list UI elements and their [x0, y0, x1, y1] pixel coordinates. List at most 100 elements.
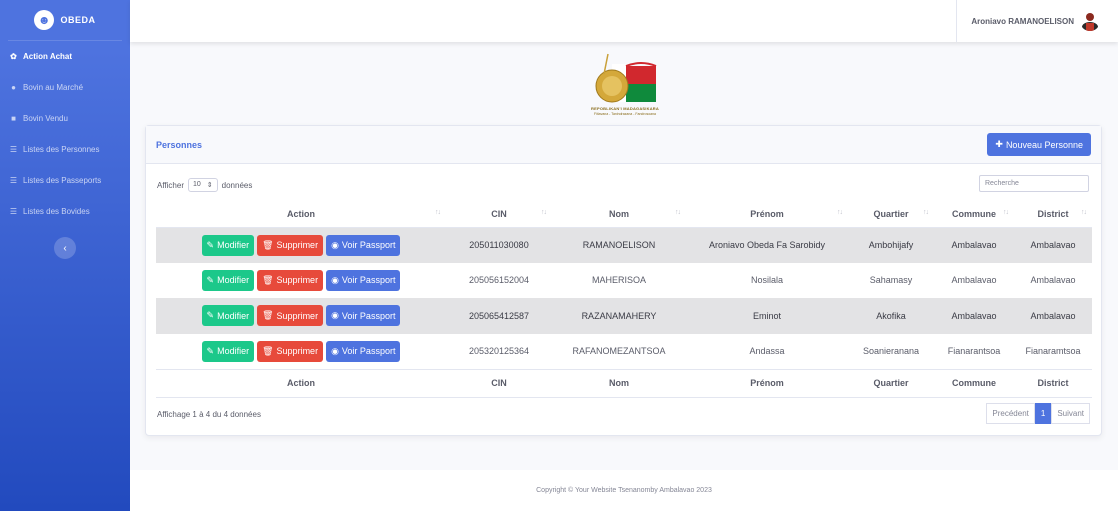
column-header-cin[interactable]: CIN ↑↓ [446, 201, 552, 228]
table-info: Affichage 1 à 4 du 4 données [157, 410, 261, 419]
cell-cin: 205011030080 [446, 227, 552, 263]
new-person-button[interactable]: ✚ Nouveau Personne [987, 133, 1091, 156]
sidebar-item-label: Listes des Bovides [23, 207, 90, 216]
view-passport-button[interactable]: ◉ Voir Passport [326, 234, 401, 256]
plus-icon: ✚ [995, 139, 1003, 149]
delete-button[interactable]: 🗑 Supprimer [257, 305, 324, 327]
cell-nom: RAFANOMEZANTSOA [572, 346, 666, 356]
sort-icon: ↑↓ [1003, 209, 1009, 216]
cell-commune: Ambalavao [934, 227, 1014, 263]
cell-prenom: Aroniavo Obeda Fa Sarobidy [686, 227, 848, 263]
sidebar-item-bovin-au-marche[interactable]: ● Bovin au Marché [0, 72, 130, 103]
topbar: Aroniavo RAMANOELISON [130, 0, 1118, 42]
map-marker-icon: ● [11, 83, 16, 92]
persons-table: Action ↑↓ CIN ↑↓ Nom ↑↓ Prénom ↑↓ Quartier ↑↓… [156, 201, 1092, 398]
show-prefix: Afficher [157, 180, 184, 190]
edit-button[interactable]: ✎ Modifier [201, 305, 255, 327]
view-passport-button[interactable]: ◉ Voir Passport [326, 305, 401, 327]
view-passport-button[interactable]: ◉ Voir Passport [326, 269, 401, 291]
edit-icon: ✎ [206, 239, 215, 250]
column-header-action[interactable]: Action ↑↓ [156, 201, 446, 228]
brand[interactable]: ☻ OBEDA [0, 0, 130, 40]
column-header-district[interactable]: District ↑↓ [1014, 201, 1092, 228]
cell-commune: Ambalavao [934, 298, 1014, 334]
sort-icon: ↑↓ [1081, 209, 1087, 216]
delete-button[interactable]: 🗑 Supprimer [257, 234, 324, 256]
delete-button[interactable]: 🗑 Supprimer [257, 340, 324, 362]
sidebar-item-label: Listes des Passeports [23, 176, 102, 185]
footer-header-district: District [1014, 368, 1092, 398]
trash-icon: 🗑 [262, 345, 274, 356]
column-header-nom[interactable]: Nom ↑↓ [552, 201, 686, 228]
sidebar-item-action-achat[interactable]: ✿ Action Achat [0, 41, 130, 72]
delete-button[interactable]: 🗑 Supprimer [257, 269, 324, 291]
cell-nom: MAHERISOA [591, 275, 646, 286]
cell-quartier: Ambohijafy [848, 227, 934, 263]
logo-caption: REPOBLIKAN'I MADAGASIKARA [591, 106, 659, 111]
eye-icon: ◉ [331, 310, 339, 321]
cell-quartier: Sahamasy [869, 275, 913, 286]
trash-icon: 🗑 [262, 274, 274, 285]
chevron-left-icon: ‹ [63, 242, 67, 254]
brand-name: OBEDA [60, 15, 96, 25]
smile-icon: ☻ [34, 10, 55, 30]
sort-icon: ↑↓ [923, 209, 929, 216]
sidebar-item-bovin-vendu[interactable]: ■ Bovin Vendu [0, 103, 130, 134]
footer: Copyright © Your Website Tsenanomby Amba… [130, 470, 1118, 511]
user-name: Aroniavo RAMANOELISON [971, 16, 1074, 26]
page-length-value: 10 [192, 181, 201, 188]
sort-icon: ↑↓ [675, 209, 681, 216]
page-length-control: Afficher 10 ⇕ données [157, 178, 252, 192]
sort-icon: ↑↓ [837, 209, 843, 216]
footer-header-quartier: Quartier [848, 368, 934, 398]
sidebar-toggle-button[interactable]: ‹ [54, 237, 76, 259]
sidebar: ☻ OBEDA ✿ Action Achat ● Bovin au Marché… [0, 0, 130, 511]
sort-icon: ↑↓ [541, 209, 547, 216]
user-menu[interactable]: Aroniavo RAMANOELISON [956, 0, 1118, 42]
cell-quartier: Soanieranana [862, 346, 920, 356]
cell-cin: 205065412587 [446, 298, 552, 334]
sidebar-item-listes-personnes[interactable]: ☰ Listes des Personnes [0, 134, 130, 165]
list-icon: ☰ [9, 176, 18, 185]
cell-prenom: Nosilala [750, 275, 783, 286]
cell-district: Ambalavao [1014, 298, 1092, 334]
pagination-page-1[interactable]: 1 [1034, 403, 1052, 424]
pagination: Precédent 1 Suivant [986, 403, 1090, 424]
cell-district: Ambalavao [1014, 227, 1092, 263]
column-header-commune[interactable]: Commune ↑↓ [934, 201, 1014, 228]
logo-motto: Fitiavana - Tanindrazana - Fandrosoana [593, 112, 656, 116]
cell-nom: RAZANAMAHERY [552, 298, 686, 334]
cog-icon: ✿ [10, 52, 17, 61]
list-icon: ☰ [9, 145, 18, 154]
cell-commune: Fianarantsoa [947, 346, 1001, 356]
column-header-quartier[interactable]: Quartier ↑↓ [848, 201, 934, 228]
cell-cin: 205320125364 [468, 346, 530, 356]
avatar[interactable] [1080, 11, 1100, 31]
footer-header-commune: Commune [934, 368, 1014, 398]
column-header-prenom[interactable]: Prénom ↑↓ [686, 201, 848, 228]
edit-icon: ✎ [206, 274, 215, 285]
sidebar-item-listes-passeports[interactable]: ☰ Listes des Passeports [0, 165, 130, 196]
card-title: Personnes [156, 139, 203, 150]
cell-cin: 205056152004 [468, 275, 530, 286]
view-passport-button[interactable]: ◉ Voir Passport [326, 340, 401, 362]
truck-icon: ■ [11, 114, 16, 123]
edit-button[interactable]: ✎ Modifier [201, 234, 255, 256]
edit-button[interactable]: ✎ Modifier [201, 269, 255, 291]
cell-district: Fianaramtsoa [1025, 346, 1081, 356]
footer-header-nom: Nom [552, 368, 686, 398]
cell-nom: RAMANOELISON [552, 227, 686, 263]
search-input[interactable]: Recherche [979, 175, 1089, 192]
sort-icon: ↑↓ [435, 209, 441, 216]
pagination-next[interactable]: Suivant [1051, 403, 1090, 424]
cell-quartier: Akofika [848, 298, 934, 334]
trash-icon: 🗑 [262, 310, 274, 321]
page-length-select[interactable]: 10 ⇕ [187, 178, 218, 192]
new-person-label: Nouveau Personne [1005, 139, 1083, 150]
sidebar-item-listes-bovides[interactable]: ☰ Listes des Bovides [0, 196, 130, 227]
pagination-prev[interactable]: Precédent [986, 403, 1035, 424]
eye-icon: ◉ [331, 345, 339, 356]
sidebar-item-label: Action Achat [23, 52, 73, 61]
edit-button[interactable]: ✎ Modifier [201, 340, 255, 362]
trash-icon: 🗑 [262, 239, 274, 250]
